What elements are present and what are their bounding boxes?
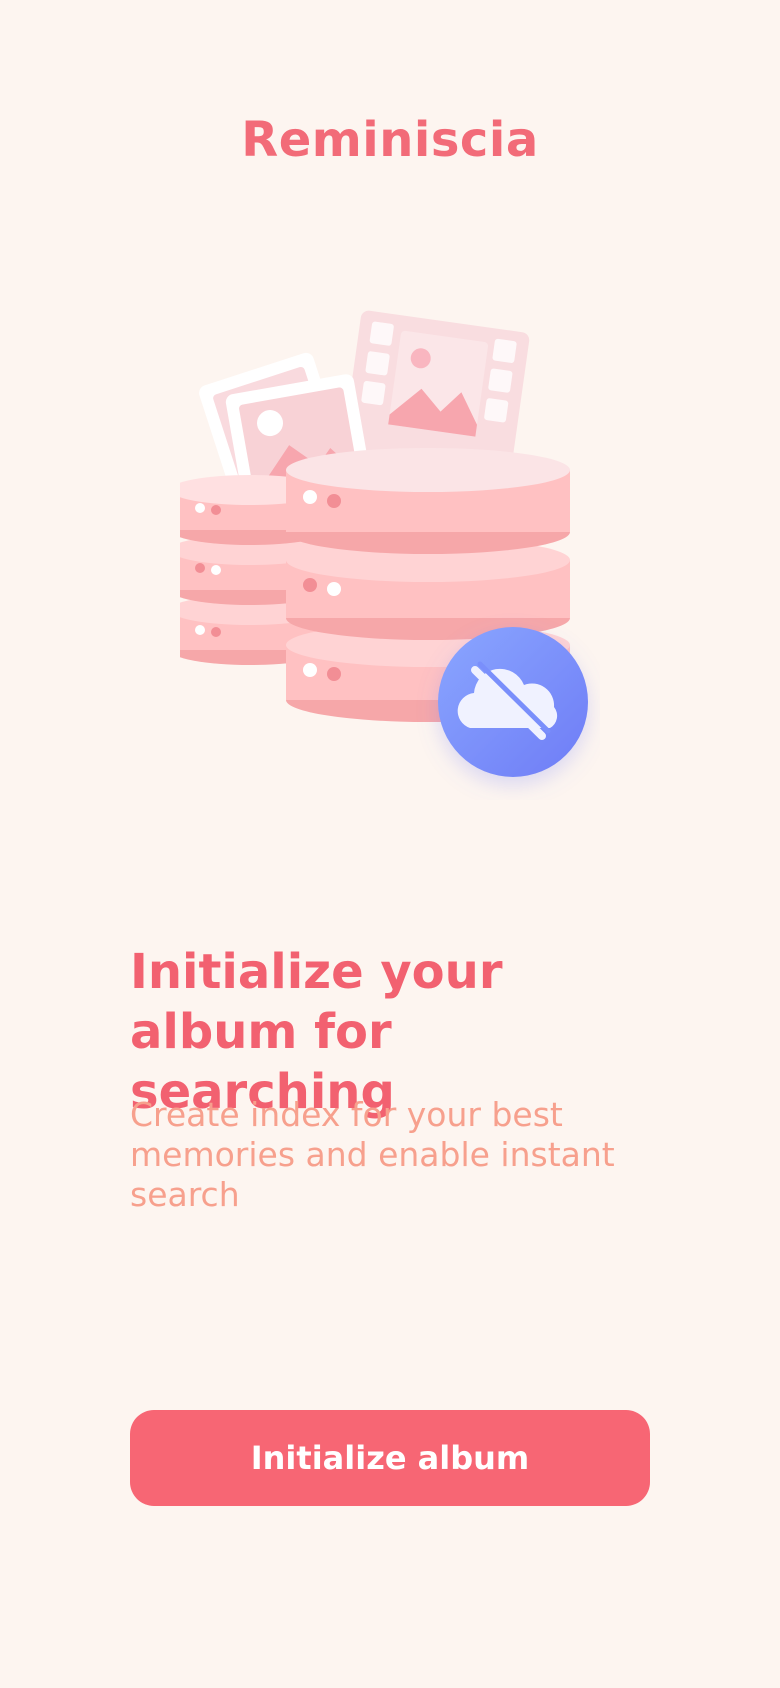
database-photos-illustration bbox=[180, 300, 600, 800]
onboarding-description: Create index for your best memories and … bbox=[130, 1095, 615, 1214]
app-title: Reminiscia bbox=[241, 112, 539, 168]
cloud-off-icon bbox=[438, 627, 588, 777]
initialize-album-button[interactable]: Initialize album bbox=[130, 1410, 650, 1506]
film-photo-back bbox=[343, 310, 530, 471]
